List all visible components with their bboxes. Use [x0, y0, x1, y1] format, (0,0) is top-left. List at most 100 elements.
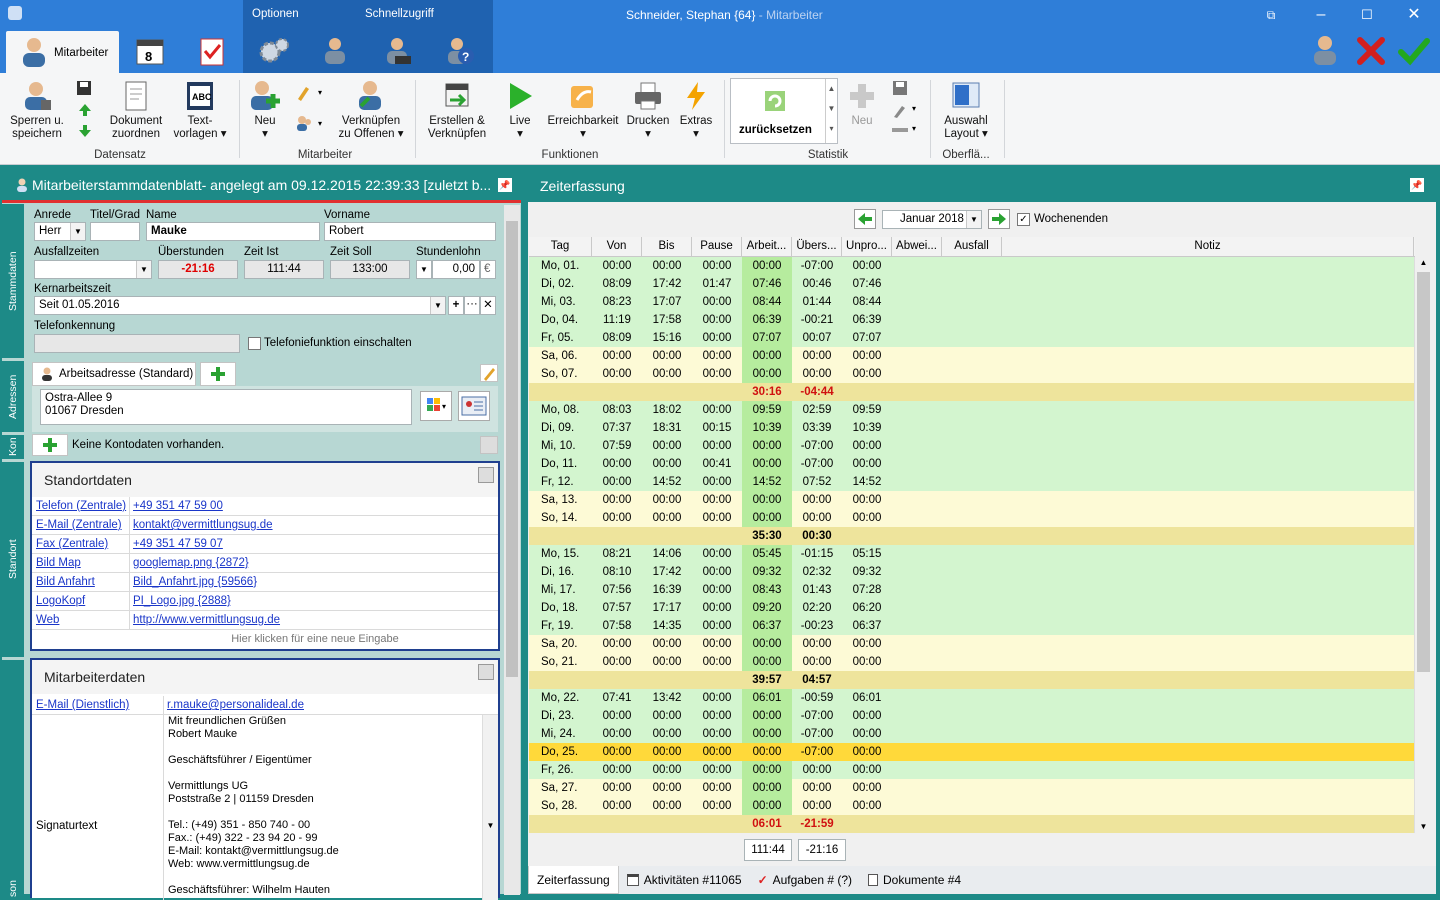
- standort-key[interactable]: Bild Anfahrt: [32, 573, 130, 591]
- edit-statistik-dropdown[interactable]: ▾: [912, 104, 916, 113]
- column-header-2[interactable]: Bis: [642, 237, 692, 256]
- address-text[interactable]: Ostra-Allee 9 01067 Dresden: [40, 389, 412, 425]
- stundenlohn-input[interactable]: 0,00: [432, 260, 480, 279]
- column-header-4[interactable]: Arbeit...: [742, 237, 792, 256]
- name-input[interactable]: Mauke: [146, 222, 320, 241]
- month-select[interactable]: Januar 2018 ▼: [882, 210, 982, 229]
- checklist-icon[interactable]: [192, 32, 232, 70]
- stundenlohn-dropdown[interactable]: ▼: [416, 260, 432, 279]
- restore-icon[interactable]: ⧉: [1256, 4, 1286, 26]
- users-dropdown-arrow[interactable]: ▾: [318, 119, 322, 128]
- lock-icon[interactable]: [478, 467, 494, 483]
- user-action-icon[interactable]: [1310, 34, 1342, 68]
- edit-konto-button-disabled[interactable]: [480, 436, 498, 454]
- side-tab-son[interactable]: son: [2, 659, 24, 897]
- table-row[interactable]: So, 07. 00:00 00:00 00:00 00:00 00:00 00:00: [529, 365, 1415, 383]
- standort-key[interactable]: Web: [32, 611, 130, 629]
- neu-statistik-button[interactable]: Neu: [845, 76, 879, 128]
- menu-optionen[interactable]: Optionen: [252, 8, 299, 20]
- neu-mitarbeiter-button[interactable]: Neu ▾: [248, 76, 282, 141]
- help-user-icon[interactable]: ?: [440, 32, 480, 70]
- wochenenden-checkbox[interactable]: ✓: [1017, 213, 1030, 226]
- save-disk-icon[interactable]: [76, 80, 92, 96]
- user-list-icon[interactable]: [316, 32, 356, 70]
- table-row[interactable]: Fr, 19. 07:58 14:35 00:00 06:37 -00:23 06:37: [529, 617, 1415, 635]
- edit-address-button[interactable]: [480, 364, 498, 382]
- table-row[interactable]: Mi, 17. 07:56 16:39 00:00 08:43 01:43 07:28: [529, 581, 1415, 599]
- sperren-speichern-button[interactable]: Sperren u. speichern: [6, 76, 68, 141]
- edit-dropdown-arrow[interactable]: ▾: [318, 88, 322, 97]
- auswahl-layout-button[interactable]: Auswahl Layout ▾: [938, 76, 994, 141]
- anrede-select[interactable]: Herr ▼: [34, 222, 86, 241]
- table-row[interactable]: Mi, 03. 08:23 17:07 00:00 08:44 01:44 08:44: [529, 293, 1415, 311]
- column-header-5[interactable]: Übers...: [792, 237, 842, 256]
- tab-zeiterfassung[interactable]: Zeiterfassung: [528, 866, 619, 894]
- next-month-button[interactable]: [988, 209, 1010, 229]
- verknuepfen-button[interactable]: Verknüpfen zu Offenen ▾: [332, 76, 410, 141]
- standort-key[interactable]: Bild Map: [32, 554, 130, 572]
- signatur-scrollbar[interactable]: ▼: [482, 715, 498, 900]
- tab-mitarbeiter[interactable]: Mitarbeiter: [6, 31, 119, 73]
- table-row[interactable]: Do, 18. 07:57 17:17 00:00 09:20 02:20 06:20: [529, 599, 1415, 617]
- standort-value[interactable]: http://www.vermittlungsug.de: [130, 611, 280, 629]
- erstellen-verknuepfen-button[interactable]: Erstellen & Verknüpfen: [420, 76, 494, 141]
- edit-statistik-icon[interactable]: [892, 104, 908, 118]
- standort-value[interactable]: googlemap.png {2872}: [130, 554, 249, 572]
- table-row[interactable]: Do, 25. 00:00 00:00 00:00 00:00 -07:00 00:00: [529, 743, 1415, 761]
- scrollbar-thumb[interactable]: [506, 221, 518, 677]
- titel-input[interactable]: [90, 222, 140, 241]
- add-konto-button[interactable]: [32, 434, 68, 456]
- form-scrollbar[interactable]: [504, 205, 520, 895]
- clear-kernarbeitszeit-button[interactable]: ✕: [480, 296, 496, 315]
- email-dienstlich-label[interactable]: E-Mail (Dienstlich): [32, 696, 164, 714]
- vorname-input[interactable]: Robert: [324, 222, 496, 241]
- erreichbarkeit-button[interactable]: Erreichbarkeit ▾: [546, 76, 620, 141]
- confirm-check-icon[interactable]: [1398, 36, 1430, 66]
- users-group-icon[interactable]: [296, 115, 312, 131]
- add-address-button[interactable]: [200, 362, 236, 386]
- standort-value[interactable]: PI_Logo.jpg {2888}: [130, 592, 231, 610]
- close-window-button[interactable]: ✕: [1399, 4, 1429, 26]
- column-header-7[interactable]: Abwei...: [892, 237, 942, 256]
- pin-icon[interactable]: 📌: [498, 178, 512, 192]
- table-row[interactable]: Mo, 08. 08:03 18:02 00:00 09:59 02:59 09:59: [529, 401, 1415, 419]
- tab-aufgaben[interactable]: ✓ Aufgaben # (?): [750, 866, 860, 894]
- maps-button[interactable]: ▾: [420, 391, 452, 421]
- calendar-icon[interactable]: 8: [130, 32, 170, 70]
- remove-statistik-dropdown[interactable]: ▾: [912, 124, 916, 133]
- table-row[interactable]: Fr, 26. 00:00 00:00 00:00 00:00 00:00 00:00: [529, 761, 1415, 779]
- tab-dokumente[interactable]: Dokumente #4: [860, 866, 969, 894]
- standort-value[interactable]: Bild_Anfahrt.jpg {59566}: [130, 573, 257, 591]
- new-entry-row[interactable]: Hier klicken für eine neue Eingabe: [32, 630, 498, 648]
- column-header-0[interactable]: Tag: [529, 237, 592, 256]
- table-scrollbar[interactable]: ▲ ▼: [1415, 258, 1432, 833]
- table-row[interactable]: Di, 23. 00:00 00:00 00:00 00:00 -07:00 00:00: [529, 707, 1415, 725]
- lock-icon[interactable]: [478, 664, 494, 680]
- telefonie-checkbox[interactable]: [248, 337, 261, 350]
- side-tab-adressen[interactable]: Adressen: [2, 360, 24, 432]
- vcard-button[interactable]: [458, 391, 490, 421]
- table-row[interactable]: Do, 04. 11:19 17:58 00:00 06:39 -00:21 06:39: [529, 311, 1415, 329]
- ausfallzeiten-select[interactable]: ▼: [34, 260, 152, 279]
- scroll-up-icon[interactable]: ▲: [1415, 258, 1432, 267]
- standort-value[interactable]: +49 351 47 59 00: [130, 497, 223, 515]
- standort-key[interactable]: Telefon (Zentrale): [32, 497, 130, 515]
- table-row[interactable]: So, 14. 00:00 00:00 00:00 00:00 00:00 00:00: [529, 509, 1415, 527]
- maximize-button[interactable]: ☐: [1352, 4, 1382, 26]
- minimize-button[interactable]: –: [1306, 4, 1336, 26]
- extras-button[interactable]: Extras ▾: [676, 76, 716, 141]
- signaturtext-field[interactable]: Mit freundlichen Grüßen Robert Mauke Gesch…: [168, 715, 480, 900]
- gallery-scroll[interactable]: ▲ ▼ ▾: [825, 79, 837, 143]
- tab-arbeitsadresse[interactable]: Arbeitsadresse (Standard): [32, 362, 196, 386]
- table-row[interactable]: Sa, 20. 00:00 00:00 00:00 00:00 00:00 00:00: [529, 635, 1415, 653]
- table-row[interactable]: Fr, 05. 08:09 15:16 00:00 07:07 00:07 07:07: [529, 329, 1415, 347]
- live-button[interactable]: Live ▾: [502, 76, 538, 141]
- side-tab-standort[interactable]: Standort: [2, 461, 24, 657]
- add-kernarbeitszeit-button[interactable]: +: [448, 296, 464, 315]
- tab-aktivitaeten[interactable]: Aktivitäten #11065: [619, 866, 750, 894]
- table-row[interactable]: Sa, 06. 00:00 00:00 00:00 00:00 00:00 00:00: [529, 347, 1415, 365]
- standort-value[interactable]: kontakt@vermittlungsug.de: [130, 516, 273, 534]
- column-header-3[interactable]: Pause: [692, 237, 742, 256]
- textvorlagen-button[interactable]: ABC Text-vorlagen ▾: [170, 76, 230, 141]
- standort-key[interactable]: Fax (Zentrale): [32, 535, 130, 553]
